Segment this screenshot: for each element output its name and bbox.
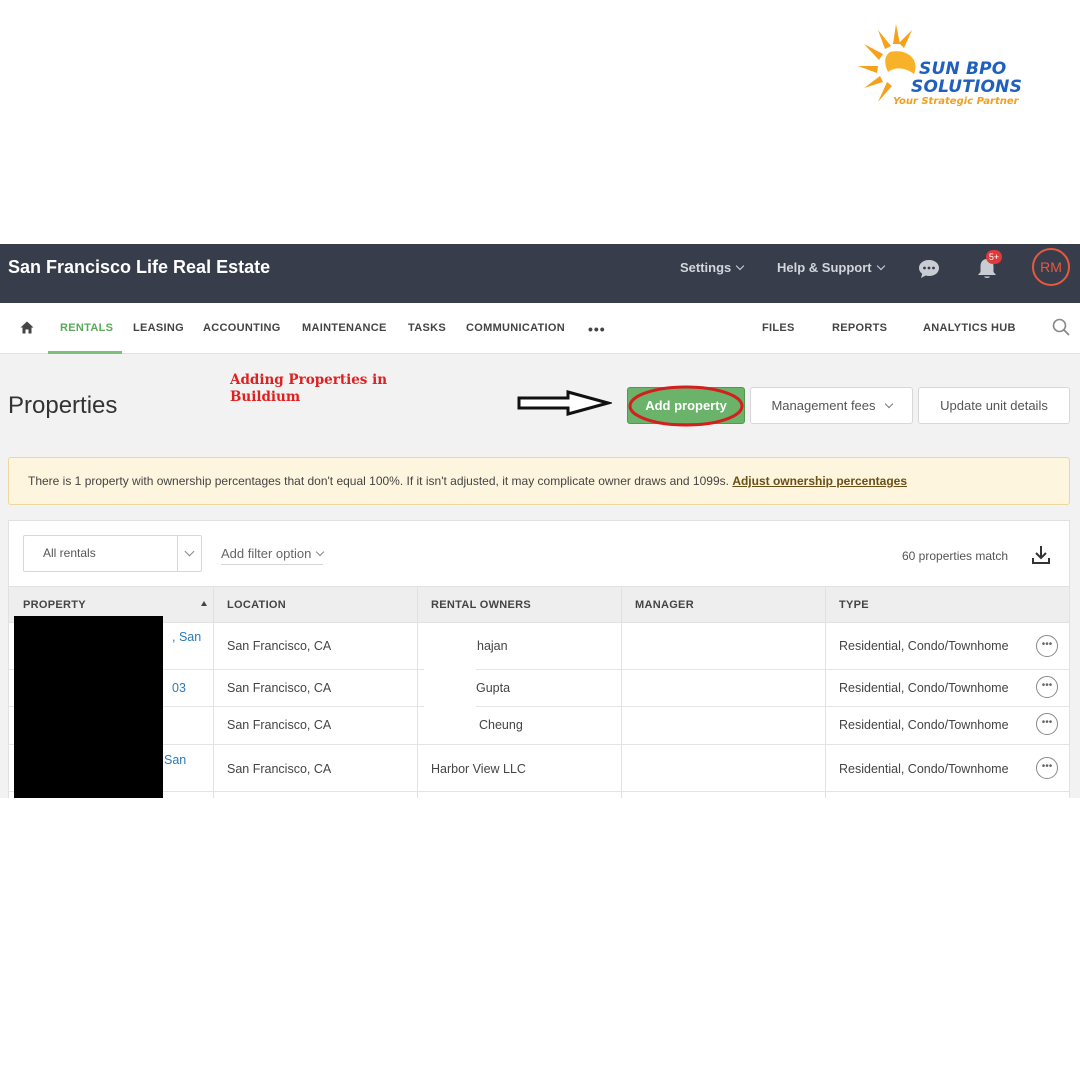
home-icon[interactable] — [20, 321, 34, 334]
property-link[interactable]: 03 — [172, 681, 186, 695]
buildium-app: San Francisco Life Real Estate Settings … — [0, 244, 1080, 798]
settings-label: Settings — [680, 260, 732, 275]
location-cell: San Francisco, CA — [227, 718, 332, 732]
col-location[interactable]: LOCATION — [227, 599, 286, 611]
row-actions-icon[interactable]: ••• — [1036, 713, 1058, 735]
main-nav: RENTALS LEASING ACCOUNTING MAINTENANCE T… — [0, 303, 1080, 354]
update-unit-details-button[interactable]: Update unit details — [918, 387, 1070, 424]
location-cell: San Francisco, CA — [227, 681, 332, 695]
owner-cell[interactable]: hajan — [477, 639, 508, 653]
property-link[interactable]: San — [164, 753, 186, 767]
more-menu-icon[interactable]: ••• — [588, 321, 606, 337]
user-avatar[interactable]: RM — [1032, 248, 1070, 286]
top-bar: San Francisco Life Real Estate Settings … — [0, 244, 1080, 303]
management-fees-button[interactable]: Management fees — [750, 387, 913, 424]
filter-select-value: All rentals — [43, 546, 96, 560]
page-title: Properties — [8, 392, 118, 419]
chat-icon[interactable] — [918, 259, 940, 279]
chevron-down-icon — [876, 261, 885, 271]
help-support-label: Help & Support — [777, 260, 872, 275]
owner-cell[interactable]: Gupta — [476, 681, 510, 695]
nav-accounting[interactable]: ACCOUNTING — [203, 322, 281, 334]
logo-line2: SOLUTIONS — [911, 77, 1023, 97]
search-icon[interactable] — [1052, 318, 1070, 336]
highlight-circle — [628, 385, 744, 427]
col-rental-owners[interactable]: RENTAL OWNERS — [431, 599, 531, 611]
row-actions-icon[interactable]: ••• — [1036, 635, 1058, 657]
owner-cell[interactable]: Cheung — [479, 718, 523, 732]
add-filter-option[interactable]: Add filter option — [221, 546, 325, 565]
management-fees-label: Management fees — [771, 398, 876, 413]
location-cell: San Francisco, CA — [227, 639, 332, 653]
match-count: 60 properties match — [902, 549, 1009, 563]
pointer-arrow-icon — [517, 390, 612, 416]
nav-reports[interactable]: REPORTS — [832, 322, 887, 334]
chevron-down-icon — [316, 547, 325, 557]
chevron-down-icon — [736, 261, 745, 271]
settings-menu[interactable]: Settings — [680, 260, 745, 275]
table-row[interactable]: San San Francisco, CA Harbor View LLC Re… — [9, 745, 1069, 792]
type-cell: Residential, Condo/Townhome — [839, 681, 1009, 695]
tutorial-annotation: Adding Properties in Buildium — [230, 372, 388, 405]
add-filter-label: Add filter option — [221, 546, 312, 561]
type-cell: Residential, Condo/Townhome — [839, 639, 1009, 653]
property-link[interactable]: , San — [172, 630, 201, 644]
chevron-down-icon — [184, 546, 195, 557]
ownership-alert: There is 1 property with ownership perce… — [8, 457, 1070, 505]
notification-badge: 5+ — [986, 250, 1002, 264]
col-manager[interactable]: MANAGER — [635, 599, 694, 611]
col-property[interactable]: PROPERTY — [23, 599, 86, 611]
nav-maintenance[interactable]: MAINTENANCE — [302, 322, 387, 334]
help-support-menu[interactable]: Help & Support — [777, 260, 885, 275]
nav-leasing[interactable]: LEASING — [133, 322, 184, 334]
logo-tagline: Your Strategic Partner — [893, 96, 1019, 107]
table-header: PROPERTY LOCATION RENTAL OWNERS MANAGER … — [9, 586, 1069, 624]
company-name: San Francisco Life Real Estate — [8, 257, 271, 277]
rentals-filter-select[interactable]: All rentals — [23, 535, 202, 572]
nav-tasks[interactable]: TASKS — [408, 322, 446, 334]
properties-panel: All rentals Add filter option 60 propert… — [8, 520, 1070, 798]
alert-text: There is 1 property with ownership perce… — [28, 474, 729, 488]
row-actions-icon[interactable]: ••• — [1036, 757, 1058, 779]
nav-files[interactable]: FILES — [762, 322, 795, 334]
sun-bpo-logo: SUN BPO SOLUTIONS Your Strategic Partner — [856, 22, 1026, 112]
redaction-mask — [424, 624, 476, 734]
table-row[interactable]: 03 San Francisco, CA Gupta Residential, … — [9, 670, 1069, 707]
logo-line1: SUN BPO — [919, 59, 1007, 79]
nav-rentals[interactable]: RENTALS — [60, 322, 113, 334]
row-actions-icon[interactable]: ••• — [1036, 676, 1058, 698]
nav-communication[interactable]: COMMUNICATION — [466, 322, 565, 334]
col-type[interactable]: TYPE — [839, 599, 869, 611]
redaction-block — [14, 616, 163, 798]
table-row[interactable]: , San San Francisco, CA hajan Residentia… — [9, 623, 1069, 670]
nav-analytics-hub[interactable]: ANALYTICS HUB — [923, 322, 1016, 334]
chevron-down-icon — [884, 399, 893, 409]
owner-cell[interactable]: Harbor View LLC — [431, 762, 526, 776]
table-row[interactable]: San Francisco, CA Cheung Residential, Co… — [9, 707, 1069, 745]
download-icon[interactable] — [1032, 545, 1050, 565]
active-tab-indicator — [48, 351, 122, 354]
select-divider — [177, 536, 178, 571]
adjust-ownership-link[interactable]: Adjust ownership percentages — [732, 474, 907, 488]
sort-ascending-icon[interactable] — [201, 601, 207, 606]
type-cell: Residential, Condo/Townhome — [839, 718, 1009, 732]
type-cell: Residential, Condo/Townhome — [839, 762, 1009, 776]
location-cell: San Francisco, CA — [227, 762, 332, 776]
